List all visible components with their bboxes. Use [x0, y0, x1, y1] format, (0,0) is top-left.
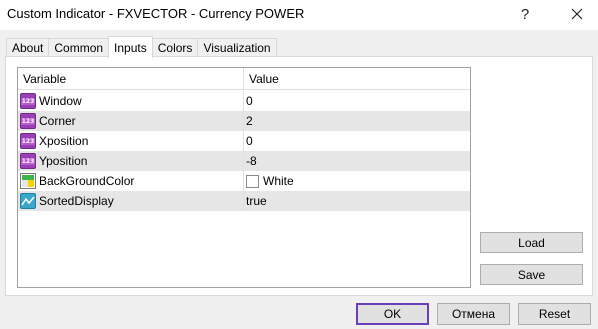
- table-row[interactable]: 123 Xposition 0: [18, 131, 470, 151]
- reset-button[interactable]: Reset: [518, 303, 591, 325]
- cell-divider: [243, 111, 244, 131]
- save-button[interactable]: Save: [480, 264, 583, 285]
- table-row[interactable]: 123 Yposition -8: [18, 151, 470, 171]
- tab-strip: About Common Inputs Colors Visualization: [6, 36, 277, 58]
- tab-about[interactable]: About: [6, 38, 50, 57]
- close-icon: [571, 8, 583, 20]
- cell-divider: [243, 191, 244, 211]
- variable-name: Yposition: [39, 154, 88, 168]
- load-button[interactable]: Load: [480, 232, 583, 253]
- tab-common[interactable]: Common: [48, 38, 110, 57]
- table-row[interactable]: 123 Corner 2: [18, 111, 470, 131]
- variable-name: BackGroundColor: [39, 174, 135, 188]
- variable-name: Corner: [39, 114, 76, 128]
- cell-divider: [243, 91, 244, 111]
- column-header-variable[interactable]: Variable: [18, 68, 243, 90]
- variable-value[interactable]: 2: [246, 111, 253, 131]
- tab-visualization[interactable]: Visualization: [197, 38, 277, 57]
- tab-colors[interactable]: Colors: [151, 38, 199, 57]
- integer-123-icon: 123: [20, 93, 36, 109]
- variable-value[interactable]: true: [246, 191, 267, 211]
- variable-name: SortedDisplay: [39, 194, 114, 208]
- variable-value[interactable]: White: [246, 171, 294, 191]
- integer-123-icon: 123: [20, 133, 36, 149]
- grid-header: Variable Value: [18, 68, 470, 90]
- column-header-value[interactable]: Value: [244, 68, 470, 90]
- variable-value[interactable]: 0: [246, 131, 253, 151]
- table-row[interactable]: 123 Window 0: [18, 91, 470, 111]
- cell-divider: [243, 151, 244, 171]
- variable-value[interactable]: 0: [246, 91, 253, 111]
- inputs-grid: Variable Value 123 Window 0 123 Corner 2…: [17, 67, 471, 288]
- table-row[interactable]: SortedDisplay true: [18, 191, 470, 211]
- integer-123-icon: 123: [20, 113, 36, 129]
- ok-button[interactable]: OK: [356, 303, 429, 325]
- cell-divider: [243, 171, 244, 191]
- color-palette-icon: [20, 173, 36, 189]
- title-bar: Custom Indicator - FXVECTOR - Currency P…: [0, 0, 598, 30]
- variable-name: Window: [39, 94, 82, 108]
- variable-value[interactable]: -8: [246, 151, 257, 171]
- cancel-button[interactable]: Отмена: [437, 303, 510, 325]
- color-value-label: White: [263, 174, 294, 188]
- boolean-chart-icon: [20, 193, 36, 209]
- integer-123-icon: 123: [20, 153, 36, 169]
- variable-name: Xposition: [39, 134, 89, 148]
- close-button[interactable]: [562, 2, 592, 26]
- table-row[interactable]: BackGroundColor White: [18, 171, 470, 191]
- window-title: Custom Indicator - FXVECTOR - Currency P…: [7, 6, 305, 21]
- help-button[interactable]: ?: [512, 2, 538, 26]
- color-swatch[interactable]: [246, 174, 259, 188]
- cell-divider: [243, 131, 244, 151]
- tab-inputs[interactable]: Inputs: [108, 36, 153, 58]
